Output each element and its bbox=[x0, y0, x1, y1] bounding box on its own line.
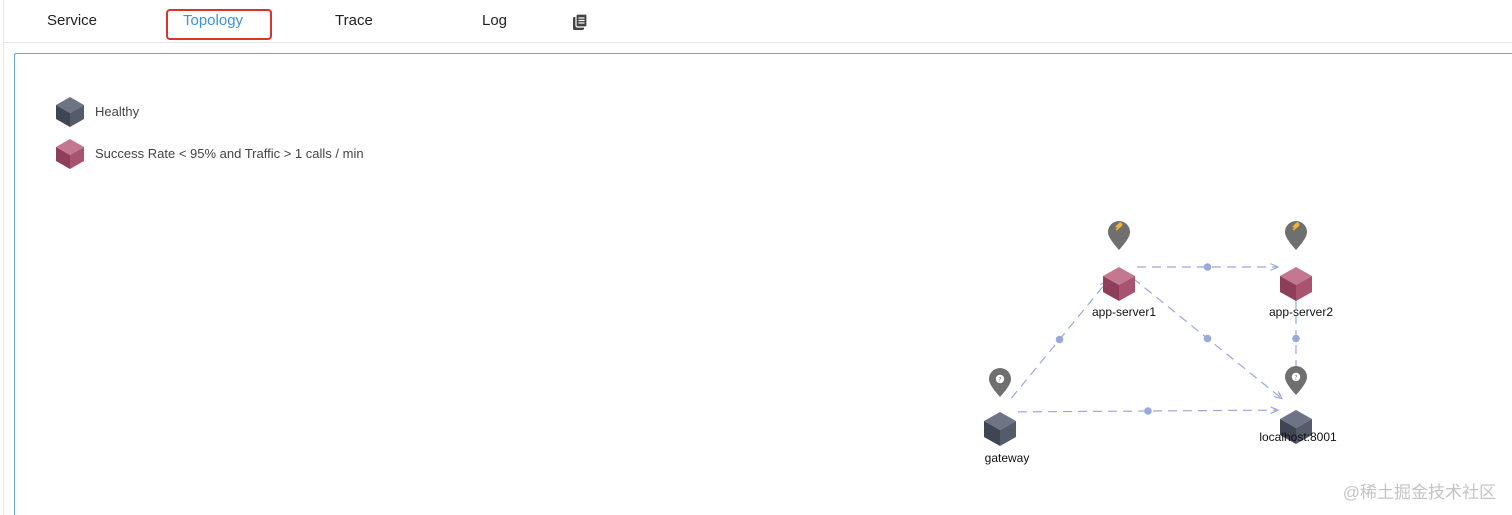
edge-midpoint-dot[interactable] bbox=[1144, 407, 1152, 415]
cube-degraded-icon bbox=[1103, 267, 1135, 301]
node-label: localhost:8001 bbox=[1259, 430, 1337, 444]
cube-healthy-icon bbox=[984, 412, 1016, 446]
cube-degraded-icon bbox=[1280, 267, 1312, 301]
edges-layer bbox=[1010, 263, 1300, 415]
active-tab-highlight bbox=[166, 9, 272, 40]
topology-graph[interactable]: app-server1 app-server2 ? gateway ? loca… bbox=[15, 54, 1512, 515]
left-border bbox=[3, 0, 4, 515]
edge-midpoint-dot[interactable] bbox=[1203, 263, 1212, 271]
node-label: gateway bbox=[985, 451, 1030, 465]
tab-bar: Service Topology Trace Log bbox=[4, 0, 1512, 43]
topology-panel: Healthy Success Rate < 95% and Traffic >… bbox=[14, 53, 1512, 515]
tab-service[interactable]: Service bbox=[47, 11, 97, 31]
svg-text:?: ? bbox=[998, 377, 1001, 384]
node-app-server1[interactable]: app-server1 bbox=[1092, 208, 1156, 319]
tab-trace[interactable]: Trace bbox=[335, 11, 373, 31]
watermark: @稀土掘金技术社区 bbox=[1342, 483, 1496, 502]
edge-midpoint-dot[interactable] bbox=[1292, 334, 1300, 343]
edge-midpoint-dot[interactable] bbox=[1203, 334, 1212, 343]
edge-midpoint-dot[interactable] bbox=[1055, 335, 1064, 344]
unknown-icon: ? bbox=[1285, 366, 1307, 395]
node-label: app-server1 bbox=[1092, 305, 1156, 319]
tomcat-icon bbox=[1285, 221, 1307, 250]
node-localhost-8001[interactable]: ? localhost:8001 bbox=[1259, 366, 1337, 444]
svg-text:?: ? bbox=[1294, 375, 1297, 382]
unknown-icon: ? bbox=[989, 368, 1011, 397]
tab-log[interactable]: Log bbox=[482, 11, 507, 31]
node-app-server2[interactable]: app-server2 bbox=[1269, 221, 1333, 319]
node-label: app-server2 bbox=[1269, 305, 1333, 319]
copy-icon[interactable] bbox=[570, 12, 590, 32]
app-frame: Service Topology Trace Log Healthy Succe… bbox=[0, 0, 1512, 515]
node-gateway[interactable]: ? gateway bbox=[984, 368, 1029, 465]
tomcat-icon bbox=[1108, 221, 1130, 250]
